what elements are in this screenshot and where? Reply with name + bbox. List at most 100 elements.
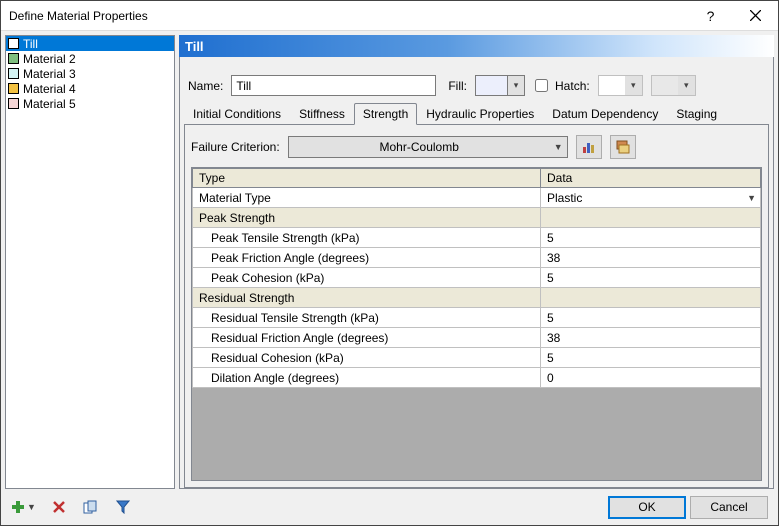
grid-row: Residual Cohesion (kPa)5 (192, 348, 761, 368)
name-row: Name: Fill: ▾ Hatch: ▾ ▾ (180, 75, 773, 102)
titlebar: Define Material Properties ? (1, 1, 778, 31)
grid-cell-type: Residual Friction Angle (degrees) (192, 328, 541, 348)
grid-cell-data[interactable]: 5 (541, 348, 761, 368)
copy-icon (83, 500, 99, 514)
grid-cell-type: Residual Cohesion (kPa) (192, 348, 541, 368)
right-panel: Till Name: Fill: ▾ Hatch: ▾ (179, 35, 774, 489)
grid-cell-type: Dilation Angle (degrees) (192, 368, 541, 388)
grid-row: Residual Strength (192, 288, 761, 308)
delete-material-button[interactable] (50, 498, 68, 516)
funnel-icon (116, 500, 130, 514)
grid-cell-data[interactable]: 5 (541, 268, 761, 288)
tab-staging[interactable]: Staging (667, 103, 726, 125)
tabs-container: Initial ConditionsStiffnessStrengthHydra… (180, 102, 773, 488)
strength-grid: Type Data Material TypePlastic▼Peak Stre… (191, 167, 762, 481)
hatch-label: Hatch: (555, 79, 590, 93)
grid-cell-type: Peak Friction Angle (degrees) (192, 248, 541, 268)
grid-body: Material TypePlastic▼Peak StrengthPeak T… (192, 188, 761, 388)
cancel-button[interactable]: Cancel (690, 496, 768, 519)
name-input[interactable] (231, 75, 436, 96)
grid-cell-type: Peak Cohesion (kPa) (192, 268, 541, 288)
tab-hydraulic-properties[interactable]: Hydraulic Properties (417, 103, 543, 125)
stage-factors-button[interactable] (610, 135, 636, 159)
material-list-item[interactable]: Material 4 (6, 81, 174, 96)
grid-row: Peak Cohesion (kPa)5 (192, 268, 761, 288)
grid-cell-data[interactable]: 38 (541, 328, 761, 348)
chevron-down-icon: ▼ (554, 142, 563, 152)
chevron-down-icon: ▼ (27, 502, 36, 512)
name-label: Name: (188, 79, 223, 93)
grid-row: Dilation Angle (degrees)0 (192, 368, 761, 388)
grid-row: Peak Strength (192, 208, 761, 228)
material-header-title: Till (185, 39, 204, 54)
grid-empty-area (192, 388, 761, 480)
hatch-checkbox[interactable] (535, 79, 548, 92)
tab-datum-dependency[interactable]: Datum Dependency (543, 103, 667, 125)
material-list-item[interactable]: Material 5 (6, 96, 174, 111)
close-button[interactable] (733, 1, 778, 31)
chevron-down-icon: ▾ (514, 80, 519, 91)
dialog-body: TillMaterial 2Material 3Material 4Materi… (1, 31, 778, 489)
material-list-item[interactable]: Material 2 (6, 51, 174, 66)
grid-row: Residual Tensile Strength (kPa)5 (192, 308, 761, 328)
tab-stiffness[interactable]: Stiffness (290, 103, 354, 125)
tab-strength[interactable]: Strength (354, 103, 417, 125)
stage-stack-icon (615, 139, 631, 155)
material-swatch-icon (8, 38, 19, 49)
fill-color-dropdown[interactable]: ▾ (475, 75, 525, 96)
bar-chart-icon (581, 139, 597, 155)
hatch-pattern-dropdown[interactable]: ▾ (598, 75, 643, 96)
material-swatch-icon (8, 83, 19, 94)
material-list[interactable]: TillMaterial 2Material 3Material 4Materi… (5, 35, 175, 489)
grid-cell-data[interactable]: 38 (541, 248, 761, 268)
material-list-label: Till (23, 37, 38, 51)
failure-criterion-dropdown[interactable]: Mohr-Coulomb ▼ (288, 136, 568, 158)
grid-cell-data[interactable]: 0 (541, 368, 761, 388)
failure-criterion-value: Mohr-Coulomb (289, 140, 550, 154)
chevron-down-icon: ▼ (747, 193, 756, 203)
left-panel: TillMaterial 2Material 3Material 4Materi… (5, 35, 175, 489)
grid-cell-type: Peak Tensile Strength (kPa) (192, 228, 541, 248)
delete-x-icon (52, 500, 66, 514)
statistics-button[interactable] (576, 135, 602, 159)
tab-initial-conditions[interactable]: Initial Conditions (184, 103, 290, 125)
define-material-properties-dialog: Define Material Properties ? TillMateria… (0, 0, 779, 526)
help-button[interactable]: ? (688, 1, 733, 31)
material-swatch-icon (8, 68, 19, 79)
tab-content-strength: Failure Criterion: Mohr-Coulomb ▼ (184, 125, 769, 488)
ok-button[interactable]: OK (608, 496, 686, 519)
grid-cell-type: Residual Tensile Strength (kPa) (192, 308, 541, 328)
hatch-color-dropdown[interactable]: ▾ (651, 75, 696, 96)
grid-row: Residual Friction Angle (degrees)38 (192, 328, 761, 348)
grid-cell-data (541, 288, 761, 308)
tab-strip: Initial ConditionsStiffnessStrengthHydra… (184, 102, 769, 125)
material-list-item[interactable]: Till (6, 36, 174, 51)
plus-icon (11, 500, 25, 514)
filter-button[interactable] (114, 498, 132, 516)
close-icon (750, 10, 761, 21)
material-list-item[interactable]: Material 3 (6, 66, 174, 81)
right-pane: Name: Fill: ▾ Hatch: ▾ ▾ (179, 57, 774, 489)
copy-material-button[interactable] (82, 498, 100, 516)
failure-criterion-row: Failure Criterion: Mohr-Coulomb ▼ (191, 135, 762, 159)
grid-header-data: Data (541, 168, 761, 188)
failure-criterion-label: Failure Criterion: (191, 140, 280, 154)
add-material-button[interactable]: ▼ (11, 500, 36, 514)
material-list-label: Material 3 (23, 67, 76, 81)
material-header-band: Till (179, 35, 774, 57)
fill-label: Fill: (448, 79, 467, 93)
chevron-down-icon: ▾ (631, 80, 636, 91)
material-list-label: Material 4 (23, 82, 76, 96)
material-list-label: Material 2 (23, 52, 76, 66)
grid-cell-type: Residual Strength (192, 288, 541, 308)
grid-cell-type: Peak Strength (192, 208, 541, 228)
grid-row: Material TypePlastic▼ (192, 188, 761, 208)
grid-cell-data[interactable]: 5 (541, 228, 761, 248)
grid-cell-data (541, 208, 761, 228)
grid-cell-data[interactable]: Plastic▼ (541, 188, 761, 208)
grid-row: Peak Friction Angle (degrees)38 (192, 248, 761, 268)
footer-toolbar: ▼ (11, 498, 132, 516)
grid-cell-type: Material Type (192, 188, 541, 208)
grid-cell-data[interactable]: 5 (541, 308, 761, 328)
material-swatch-icon (8, 53, 19, 64)
